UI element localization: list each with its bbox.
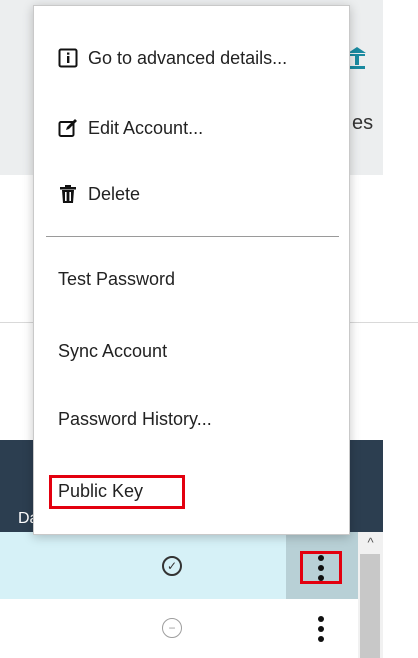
menu-item-edit-account[interactable]: Edit Account... bbox=[34, 98, 349, 158]
header-partial-text: es bbox=[352, 112, 374, 134]
menu-item-label: Delete bbox=[88, 183, 141, 204]
info-icon bbox=[58, 48, 78, 68]
minus-circle-icon: − bbox=[162, 618, 182, 638]
menu-item-advanced-details[interactable]: Go to advanced details... bbox=[34, 28, 349, 88]
highlight-box bbox=[49, 475, 185, 509]
scrollbar-thumb[interactable] bbox=[360, 554, 380, 658]
menu-item-label: Test Password bbox=[58, 268, 176, 289]
menu-item-password-history[interactable]: Password History... bbox=[34, 389, 349, 449]
menu-item-label: Edit Account... bbox=[88, 117, 204, 138]
menu-item-label: Sync Account bbox=[58, 340, 168, 361]
menu-item-label: Password History... bbox=[58, 408, 212, 429]
trash-icon bbox=[58, 184, 78, 204]
highlight-box bbox=[300, 551, 342, 584]
menu-item-sync-account[interactable]: Sync Account bbox=[34, 321, 349, 381]
more-options-icon[interactable] bbox=[317, 616, 325, 642]
context-menu: Go to advanced details... Edit Account..… bbox=[33, 5, 350, 535]
menu-item-label: Go to advanced details... bbox=[88, 47, 288, 68]
menu-item-delete[interactable]: Delete bbox=[34, 164, 349, 224]
menu-separator bbox=[46, 236, 339, 237]
edit-icon bbox=[58, 118, 78, 138]
scroll-up-arrow-icon[interactable]: ^ bbox=[358, 532, 383, 552]
menu-item-test-password[interactable]: Test Password bbox=[34, 249, 349, 309]
check-circle-icon: ✓ bbox=[162, 556, 182, 576]
